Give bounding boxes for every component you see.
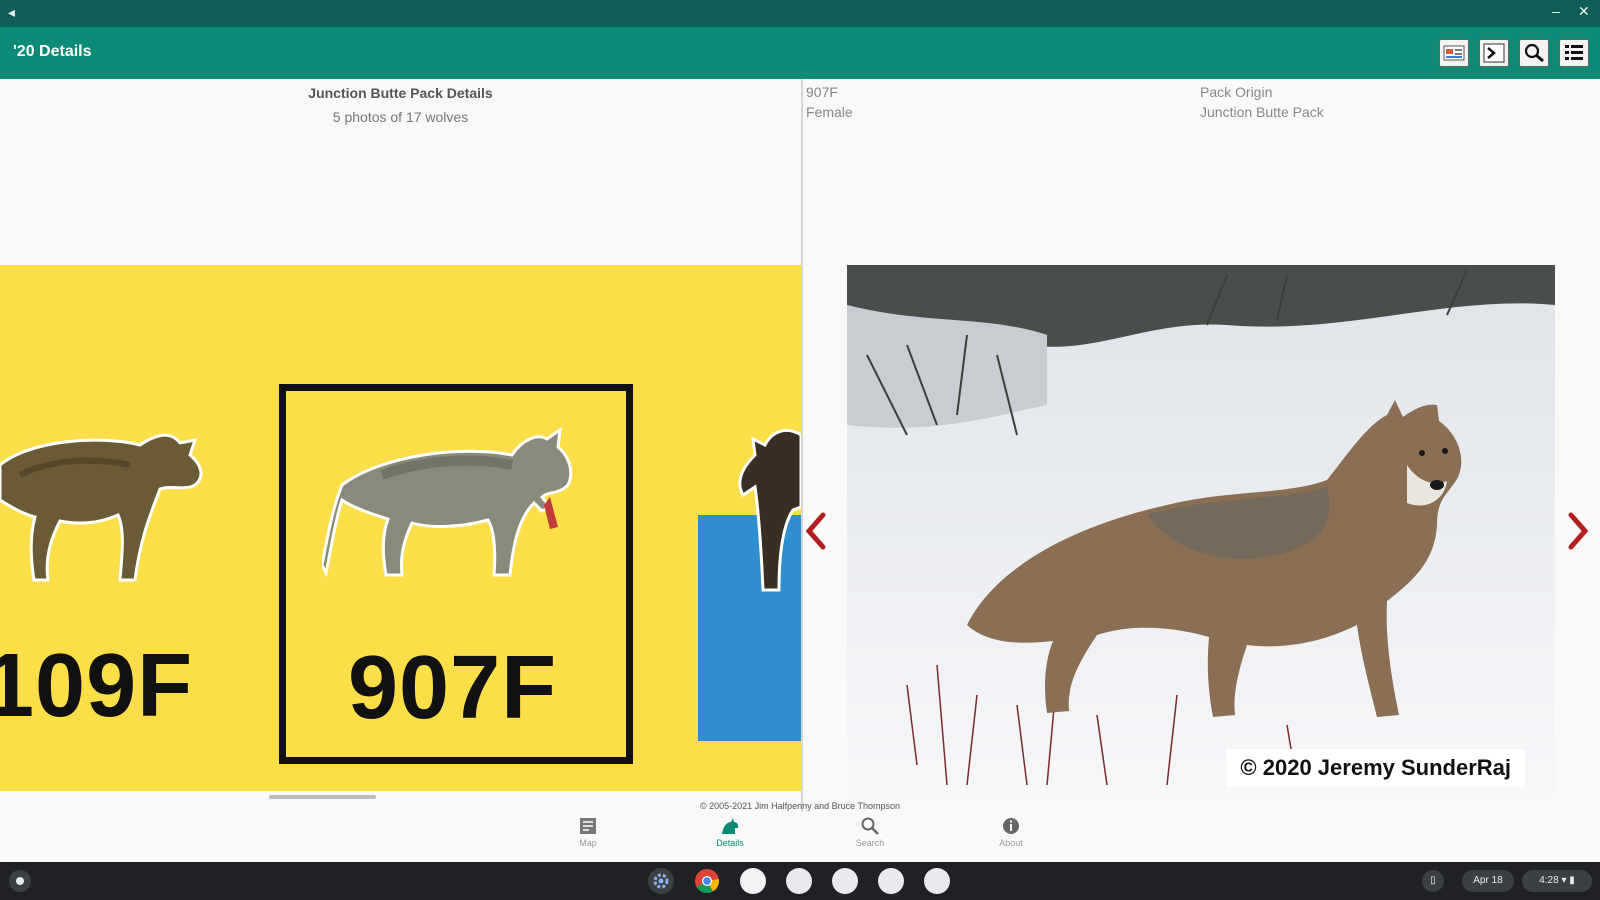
window-close-button[interactable]: ✕: [1578, 3, 1590, 20]
wolf-app-icon[interactable]: [786, 868, 812, 894]
list-button[interactable]: [1559, 39, 1589, 67]
chrome-icon[interactable]: [694, 868, 720, 894]
window-back-button[interactable]: ◂: [8, 4, 15, 21]
wolf-app-icon[interactable]: [924, 868, 950, 894]
wolf-silhouette-icon: [738, 429, 801, 592]
copyright-text: © 2005-2021 Jim Halfpenny and Bruce Thom…: [699, 801, 901, 811]
nav-label: Search: [855, 838, 885, 848]
launcher-icon[interactable]: [9, 870, 31, 892]
nav-label: Map: [579, 838, 597, 848]
wolf-silhouette-icon: [322, 426, 573, 578]
pack-card-icon: [1443, 45, 1465, 61]
nav-details[interactable]: Details: [695, 816, 765, 848]
nav-label: About: [999, 838, 1023, 848]
zoom-button[interactable]: [1519, 39, 1549, 67]
pack-card-button[interactable]: [1439, 39, 1469, 67]
app-bar: '20 Details: [0, 27, 1600, 79]
wolf-card-carousel[interactable]: 109F 907F: [0, 265, 801, 791]
window-minimize-button[interactable]: –: [1552, 3, 1560, 19]
settings-gear-icon[interactable]: [648, 868, 674, 894]
pack-origin-label: Pack Origin: [1200, 84, 1273, 100]
wolf-icon: [722, 818, 739, 834]
nav-about[interactable]: About: [976, 816, 1046, 848]
wifi-icon: ▾: [1561, 875, 1567, 886]
window-titlebar: ◂ – ✕: [0, 0, 1600, 27]
wolf-sex: Female: [806, 104, 853, 120]
bottom-navigation: Map Details Search About: [0, 812, 1600, 862]
wolf-silhouette-icon: [0, 433, 203, 582]
nav-label: Details: [716, 838, 744, 848]
battery-icon: ▮: [1569, 875, 1575, 886]
previous-photo-chevron-left-icon[interactable]: [799, 509, 833, 553]
list-icon: [1565, 45, 1583, 60]
wolf-app-icon[interactable]: [832, 868, 858, 894]
wolf-card-label: 907F: [348, 638, 558, 738]
pack-origin-value: Junction Butte Pack: [1200, 104, 1324, 120]
next-photo-chevron-right-icon[interactable]: [1561, 509, 1595, 553]
shelf-time: 4:28: [1539, 875, 1559, 886]
app-icon[interactable]: [740, 868, 766, 894]
wolf-photo: © 2020 Jeremy SunderRaj: [847, 265, 1555, 799]
nav-search[interactable]: Search: [835, 816, 905, 848]
map-icon: [580, 818, 596, 834]
terminal-icon: [1483, 43, 1505, 63]
wolf-detail-panel: 907F Female Pack Origin Junction Butte P…: [803, 79, 1600, 813]
status-tray[interactable]: 4:28 ▾ ▮: [1522, 870, 1592, 892]
wolf-id: 907F: [806, 84, 838, 100]
wolf-card-label: 109F: [0, 636, 194, 736]
shelf-date[interactable]: Apr 18: [1462, 870, 1514, 892]
terminal-button[interactable]: [1479, 39, 1509, 67]
search-icon: [861, 817, 879, 835]
photo-credit: © 2020 Jeremy SunderRaj: [1226, 749, 1525, 787]
os-shelf: ▯ Apr 18 4:28 ▾ ▮: [0, 862, 1600, 900]
wolf-photo-image: [847, 265, 1555, 799]
phone-hub-icon[interactable]: ▯: [1422, 870, 1444, 892]
page-title: '20 Details: [13, 43, 92, 60]
nav-map[interactable]: Map: [553, 816, 623, 848]
pack-panel: Junction Butte Pack Details 5 photos of …: [0, 79, 801, 813]
pack-subtitle: 5 photos of 17 wolves: [332, 109, 469, 125]
zoom-icon: [1524, 43, 1544, 63]
carousel-scrollbar[interactable]: [269, 795, 376, 799]
wolf-app-icon[interactable]: [878, 868, 904, 894]
info-icon: [1003, 818, 1019, 834]
pack-title: Junction Butte Pack Details: [308, 85, 493, 101]
